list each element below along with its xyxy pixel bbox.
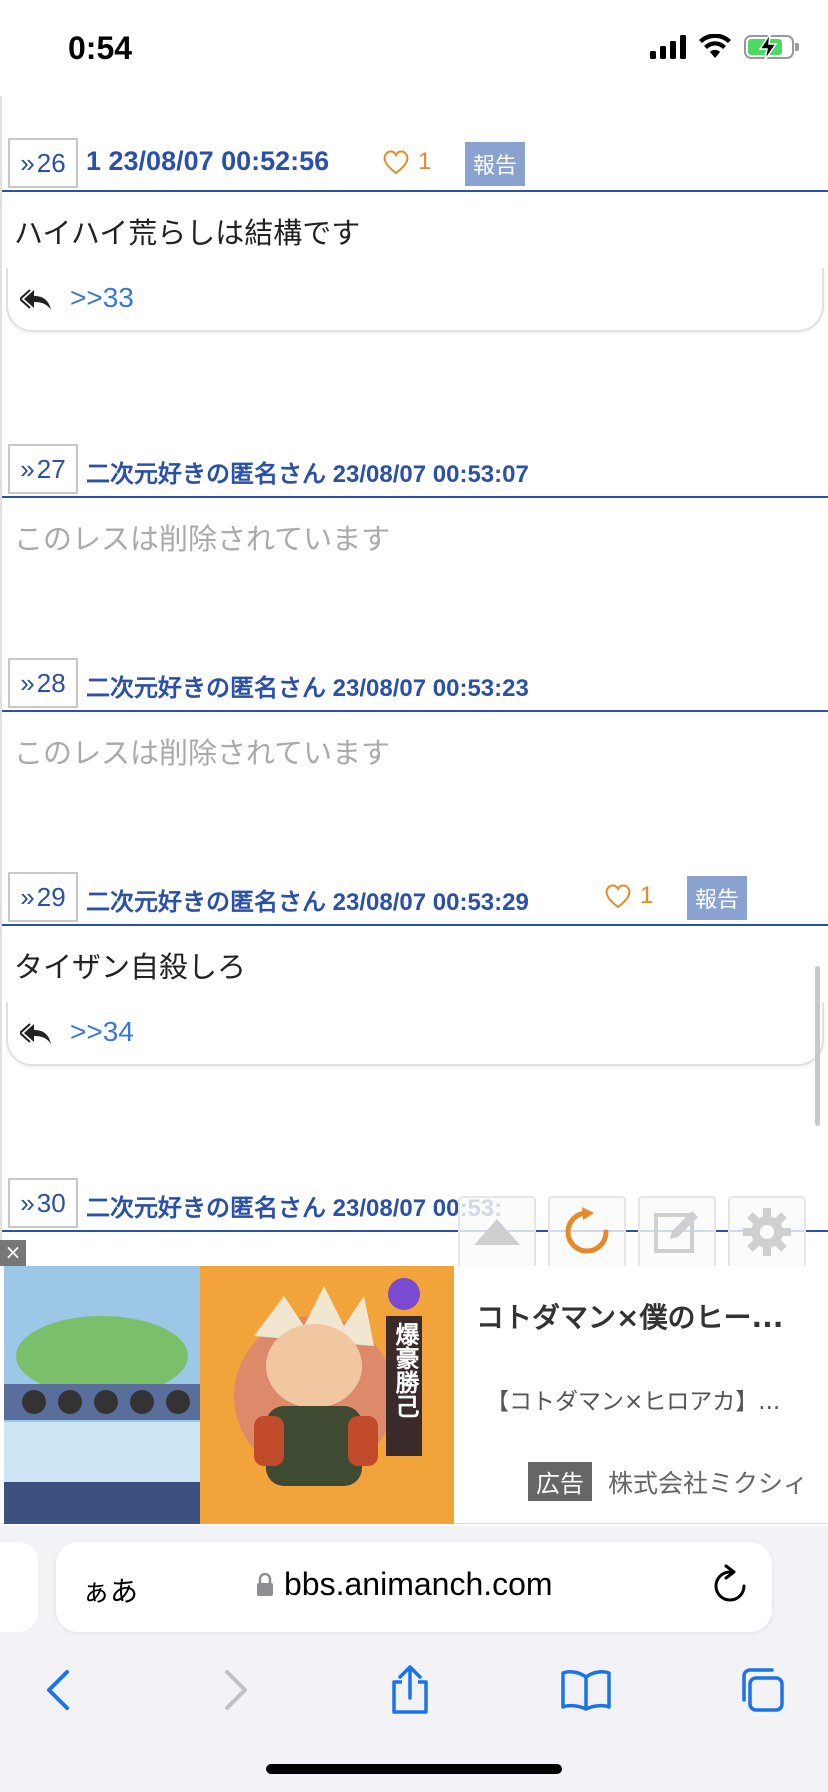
settings-button[interactable] [728, 1196, 806, 1268]
ad-badge: 広告 [528, 1462, 592, 1501]
post-author-date: 二次元好きの匿名さん 23/08/07 00:53:07 [86, 461, 529, 488]
previous-tab-preview[interactable] [0, 1542, 38, 1632]
ad-title[interactable]: コトダマン×僕のヒー... [476, 1296, 783, 1336]
status-bar: 0:54 [0, 0, 828, 96]
lock-icon [257, 1572, 273, 1596]
book-icon [561, 1670, 611, 1711]
reload-icon[interactable] [710, 1564, 750, 1608]
reader-options-button[interactable]: ぁあ [82, 1570, 138, 1610]
ad-banner[interactable]: × 爆豪勝己 コトダマン×僕のヒー... 【コトダマン×ヒロアカ】... 広告 … [0, 1240, 828, 1524]
triangle-up-icon [474, 1219, 520, 1245]
reply-icon [20, 1023, 51, 1044]
reply-box: >>34 [6, 1002, 824, 1066]
heart-icon [383, 150, 409, 175]
post-author-date: 二次元好きの匿名さん 23/08/07 00:53: [86, 1195, 503, 1222]
bookmarks-button[interactable] [556, 1660, 616, 1720]
post-author-date: 二次元好きの匿名さん 23/08/07 00:53:23 [86, 675, 529, 702]
post-number-link[interactable]: » 29 [8, 872, 78, 922]
post-number-link[interactable]: » 28 [8, 658, 78, 708]
write-post-button[interactable] [638, 1196, 716, 1268]
address-bar[interactable]: ぁあ bbs.animanch.com [56, 1542, 772, 1632]
wifi-icon [699, 34, 731, 58]
home-indicator[interactable] [266, 1764, 562, 1774]
ad-sponsor: 株式会社ミクシィ [608, 1469, 809, 1498]
share-icon [392, 1665, 428, 1714]
post-28: » 28 二次元好きの匿名さん 23/08/07 00:53:23 このレスは削除… [2, 654, 828, 788]
post-header: » 29 二次元好きの匿名さん 23/08/07 00:53:29 1 報告 [2, 868, 828, 926]
post-header: » 28 二次元好きの匿名さん 23/08/07 00:53:23 [2, 654, 828, 712]
report-button[interactable]: 報告 [465, 142, 526, 186]
reload-thread-button[interactable] [548, 1196, 626, 1268]
post-header: » 26 1 23/08/07 00:52:56 1 報告 [2, 134, 828, 192]
tabs-icon [742, 1668, 784, 1712]
chevron-right-icon [225, 1670, 247, 1710]
post-header: » 27 二次元好きの匿名さん 23/08/07 00:53:07 [2, 440, 828, 498]
post-number-link[interactable]: » 26 [8, 138, 78, 188]
post-author-date: 二次元好きの匿名さん 23/08/07 00:53:29 [86, 889, 529, 916]
post-27: » 27 二次元好きの匿名さん 23/08/07 00:53:07 このレスは削除… [2, 440, 828, 574]
url-display[interactable]: bbs.animanch.com [256, 1566, 553, 1603]
share-button[interactable] [380, 1660, 440, 1720]
reply-anchor-link[interactable]: >>33 [70, 282, 134, 314]
ad-close-button[interactable]: × [0, 1240, 26, 1266]
ad-description: 【コトダマン×ヒロアカ】... [486, 1389, 781, 1415]
post-body-deleted: このレスは削除されています [14, 736, 391, 770]
post-26: » 26 1 23/08/07 00:52:56 1 報告 ハイハイ荒らしは結構で… [2, 134, 828, 332]
refresh-icon [565, 1207, 609, 1254]
chevron-left-icon [47, 1670, 69, 1710]
navigation-row [0, 1650, 828, 1730]
like-button[interactable]: 1 [604, 882, 653, 910]
cellular-signal-icon [650, 35, 686, 59]
forward-button[interactable] [206, 1660, 266, 1720]
reply-box: >>33 [6, 268, 824, 332]
scrollbar-thumb[interactable] [815, 966, 820, 1126]
post-number-link[interactable]: » 27 [8, 444, 78, 494]
tabs-button[interactable] [732, 1660, 792, 1720]
post-body: ハイハイ荒らしは結構です [14, 216, 361, 250]
gear-icon [743, 1208, 791, 1256]
ad-image-caption: 爆豪勝己 [391, 1322, 419, 1418]
battery-icon [744, 34, 799, 60]
status-icons [650, 34, 799, 60]
reply-anchor-link[interactable]: >>34 [70, 1016, 134, 1048]
post-author-date: 1 23/08/07 00:52:56 [86, 146, 330, 176]
like-button[interactable]: 1 [382, 148, 431, 176]
heart-icon [605, 884, 631, 909]
edit-icon [654, 1211, 698, 1253]
post-body: タイザン自殺しろ [14, 950, 247, 984]
post-29: » 29 二次元好きの匿名さん 23/08/07 00:53:29 1 報告 タイ… [2, 868, 828, 1066]
ad-image[interactable]: 爆豪勝己 [4, 1266, 454, 1524]
scroll-top-button[interactable] [458, 1196, 536, 1268]
back-button[interactable] [28, 1660, 88, 1720]
browser-toolbar: ぁあ bbs.animanch.com [0, 1526, 828, 1792]
post-number-link[interactable]: » 30 [8, 1178, 78, 1228]
post-body-deleted: このレスは削除されています [14, 522, 391, 556]
reply-icon [20, 289, 51, 310]
report-button[interactable]: 報告 [687, 876, 748, 920]
status-time: 0:54 [68, 30, 133, 66]
thread-content: » 26 1 23/08/07 00:52:56 1 報告 ハイハイ荒らしは結構で… [0, 96, 828, 1266]
